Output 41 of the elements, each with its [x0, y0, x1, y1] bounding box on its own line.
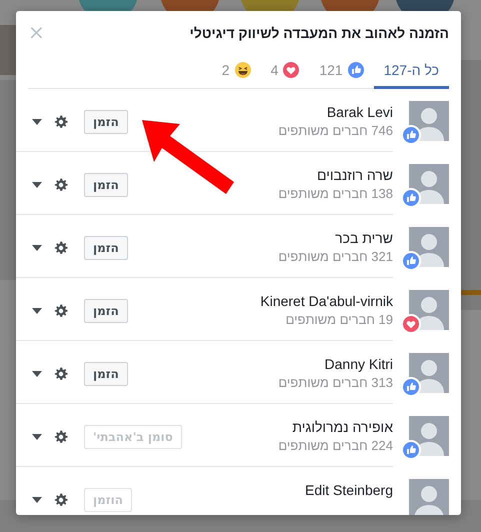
person-name[interactable]: Danny Kitri [324, 356, 393, 372]
settings-icon[interactable] [54, 493, 68, 507]
settings-icon[interactable] [54, 241, 68, 255]
person-name[interactable]: Kineret Da'abul-virnik [260, 293, 393, 309]
caret-icon[interactable] [32, 371, 42, 377]
person-name[interactable]: Barak Levi [326, 104, 393, 120]
reaction-tab[interactable]: כל ה-127 [374, 53, 449, 89]
invite-button[interactable]: הזמן [84, 173, 128, 197]
settings-icon[interactable] [54, 178, 68, 192]
caret-icon[interactable] [32, 245, 42, 251]
laughing-face-icon [234, 62, 251, 78]
person-name[interactable]: שרה רוזנבוים [317, 167, 393, 183]
caret-icon[interactable] [32, 119, 42, 125]
mutual-friends-count: 224 חברים משותפים [278, 438, 393, 453]
mutual-friends-count: 313 חברים משותפים [278, 375, 393, 390]
mutual-friends-count: 138 חברים משותפים [278, 186, 393, 201]
avatar[interactable] [409, 164, 449, 204]
caret-icon[interactable] [32, 434, 42, 440]
invite-button[interactable]: הזמן [84, 110, 128, 134]
settings-icon[interactable] [54, 304, 68, 318]
invite-button[interactable]: הזמן [84, 362, 128, 386]
thumbs-up-icon [348, 62, 364, 78]
caret-icon[interactable] [32, 308, 42, 314]
person-name[interactable]: שרית בכר [335, 230, 393, 246]
settings-icon[interactable] [54, 115, 68, 129]
avatar[interactable] [409, 416, 449, 456]
mutual-friends-count: 746 חברים משותפים [278, 123, 393, 138]
avatar[interactable] [409, 101, 449, 141]
avatar[interactable] [409, 227, 449, 267]
background-card [0, 25, 16, 75]
mutual-friends-count: 321 חברים משותפים [278, 249, 393, 264]
settings-icon[interactable] [54, 430, 68, 444]
mutual-friends-count: 19 חברים משותפים [286, 312, 393, 327]
invite-button[interactable]: הזמן [84, 236, 128, 260]
caret-icon[interactable] [32, 182, 42, 188]
avatar[interactable] [409, 290, 449, 330]
caret-icon[interactable] [32, 497, 42, 503]
avatar[interactable] [409, 353, 449, 393]
invite-button[interactable]: הזמן [84, 299, 128, 323]
dialog-title: הזמנה לאהוב את המעבדה לשיווק דיגיטלי [188, 24, 449, 40]
settings-icon[interactable] [54, 367, 68, 381]
